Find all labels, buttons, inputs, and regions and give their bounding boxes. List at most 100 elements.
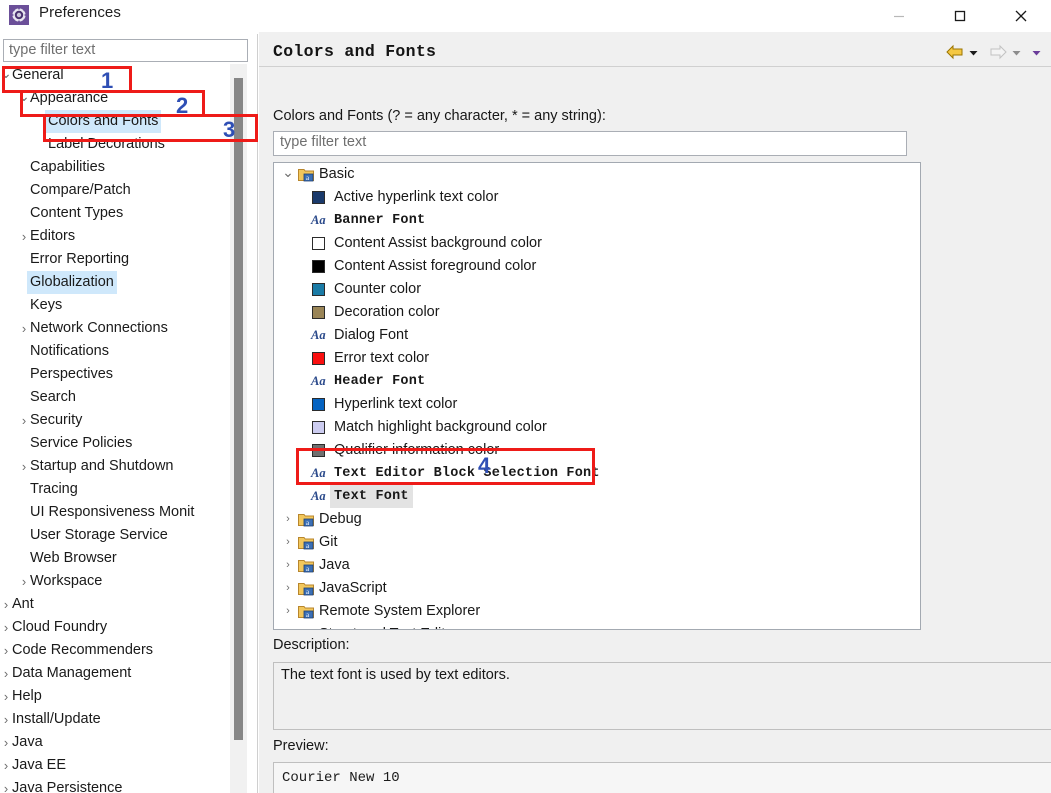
annotation-number-4: 4 xyxy=(478,453,491,478)
colors-tree-item[interactable]: Hyperlink text color xyxy=(274,393,920,416)
colors-tree-group[interactable]: › a Remote System Explorer xyxy=(274,600,920,623)
sidebar-item-capabilities[interactable]: Capabilities xyxy=(0,156,249,179)
sidebar-filter-placeholder: type filter text xyxy=(9,42,96,58)
sidebar-item-label-decorations[interactable]: Label Decorations xyxy=(0,133,249,156)
sidebar-filter-input[interactable]: type filter text xyxy=(3,39,248,62)
sidebar-item-keys[interactable]: Keys xyxy=(0,294,249,317)
sidebar-item-startup-and-shutdown[interactable]: › Startup and Shutdown xyxy=(0,455,249,478)
colors-tree-item[interactable]: Active hyperlink text color xyxy=(274,186,920,209)
colors-and-fonts-tree[interactable]: ⌄ a Basic Active hyperlink text color Aa Bann… xyxy=(273,162,921,630)
colors-tree-group[interactable]: › a Debug xyxy=(274,508,920,531)
colors-tree-item[interactable]: Decoration color xyxy=(274,301,920,324)
description-box: The text font is used by text editors. xyxy=(273,662,1051,730)
sidebar-item-java-persistence[interactable]: › Java Persistence xyxy=(0,777,249,793)
colors-tree-item[interactable]: Aa Header Font xyxy=(274,370,920,393)
color-swatch xyxy=(312,306,325,319)
colors-tree-group[interactable]: ⌄ a Basic xyxy=(274,163,920,186)
chevron-right-icon[interactable]: › xyxy=(17,225,31,248)
sidebar-item-workspace[interactable]: › Workspace xyxy=(0,570,249,593)
annotation-number-2: 2 xyxy=(176,93,189,118)
sidebar-item-java-ee[interactable]: › Java EE xyxy=(0,754,249,777)
colors-tree-item[interactable]: Qualifier information color xyxy=(274,439,920,462)
preferences-category-tree[interactable]: ⌄ General ⌄ Appearance Colors and Fonts Label… xyxy=(0,64,249,793)
colors-tree-item[interactable]: Match highlight background color xyxy=(274,416,920,439)
sidebar-item-compare-patch[interactable]: Compare/Patch xyxy=(0,179,249,202)
sidebar-item-label: User Storage Service xyxy=(30,527,168,543)
sidebar-item-search[interactable]: Search xyxy=(0,386,249,409)
preferences-dialog: Preferences type filter text ⌄ General ⌄ Ap… xyxy=(0,0,1051,793)
colors-tree-item[interactable]: Aa Dialog Font xyxy=(274,324,920,347)
view-menu-chevron-down-icon[interactable] xyxy=(1030,42,1043,62)
sidebar-item-install-update[interactable]: › Install/Update xyxy=(0,708,249,731)
colors-tree-group[interactable]: › a Git xyxy=(274,531,920,554)
sidebar-scrollbar-thumb[interactable] xyxy=(234,78,243,740)
font-item-label: Header Font xyxy=(334,374,426,389)
color-item-label: Active hyperlink text color xyxy=(334,189,499,205)
sidebar-item-colors-and-fonts[interactable]: Colors and Fonts xyxy=(0,110,249,133)
sidebar-item-general[interactable]: ⌄ General xyxy=(0,64,249,87)
sidebar-item-ant[interactable]: › Ant xyxy=(0,593,249,616)
back-menu-chevron-down-icon[interactable] xyxy=(967,42,980,62)
colors-tree-group-label: Remote System Explorer xyxy=(319,603,481,619)
colors-tree-item[interactable]: Aa Text Font xyxy=(274,485,920,508)
chevron-right-icon[interactable]: › xyxy=(282,531,294,554)
chevron-right-icon[interactable]: › xyxy=(17,455,31,478)
back-arrow-icon[interactable] xyxy=(945,42,965,62)
sidebar-item-code-recommenders[interactable]: › Code Recommenders xyxy=(0,639,249,662)
sidebar-item-label: Cloud Foundry xyxy=(12,619,108,635)
sidebar-item-editors[interactable]: › Editors xyxy=(0,225,249,248)
colors-tree-item[interactable]: Counter color xyxy=(274,278,920,301)
minimize-button[interactable] xyxy=(868,0,929,32)
colors-fonts-filter-input[interactable]: type filter text xyxy=(273,131,907,156)
sidebar-item-error-reporting[interactable]: Error Reporting xyxy=(0,248,249,271)
colors-tree-group[interactable]: › a JavaScript xyxy=(274,577,920,600)
colors-tree-item[interactable]: Aa Text Editor Block Selection Font xyxy=(274,462,920,485)
sidebar-item-globalization[interactable]: Globalization xyxy=(0,271,249,294)
font-aa-icon: Aa xyxy=(311,374,326,388)
sidebar-item-user-storage-service[interactable]: User Storage Service xyxy=(0,524,249,547)
colors-tree-item[interactable]: Content Assist background color xyxy=(274,232,920,255)
chevron-down-icon[interactable]: ⌄ xyxy=(17,87,31,105)
sidebar-item-label: Search xyxy=(30,389,76,405)
sidebar-item-help[interactable]: › Help xyxy=(0,685,249,708)
chevron-right-icon[interactable]: › xyxy=(282,577,294,600)
page-title: Colors and Fonts xyxy=(273,42,437,61)
colors-tree-item[interactable]: Aa Banner Font xyxy=(274,209,920,232)
forward-menu-chevron-down-icon xyxy=(1010,42,1023,62)
chevron-right-icon[interactable]: › xyxy=(282,508,294,531)
colors-tree-group[interactable]: › a Java xyxy=(274,554,920,577)
chevron-right-icon[interactable]: › xyxy=(282,623,294,629)
chevron-down-icon[interactable]: ⌄ xyxy=(282,163,294,181)
colors-tree-item[interactable]: Content Assist foreground color xyxy=(274,255,920,278)
color-item-label: Match highlight background color xyxy=(334,419,547,435)
chevron-right-icon[interactable]: › xyxy=(282,554,294,577)
sidebar-item-ui-responsiveness-monit[interactable]: UI Responsiveness Monit xyxy=(0,501,249,524)
sidebar-item-network-connections[interactable]: › Network Connections xyxy=(0,317,249,340)
sidebar-item-web-browser[interactable]: Web Browser xyxy=(0,547,249,570)
sidebar-item-appearance[interactable]: ⌄ Appearance xyxy=(0,87,249,110)
sidebar-item-data-management[interactable]: › Data Management xyxy=(0,662,249,685)
sidebar-item-label: Security xyxy=(30,412,83,428)
sidebar-item-tracing[interactable]: Tracing xyxy=(0,478,249,501)
sidebar-item-perspectives[interactable]: Perspectives xyxy=(0,363,249,386)
font-item-label: Text Editor Block Selection Font xyxy=(334,466,600,481)
sidebar-item-notifications[interactable]: Notifications xyxy=(0,340,249,363)
annotation-number-1: 1 xyxy=(101,68,114,93)
close-button[interactable] xyxy=(990,0,1051,32)
chevron-right-icon[interactable]: › xyxy=(282,600,294,623)
sidebar-item-content-types[interactable]: Content Types xyxy=(0,202,249,225)
sidebar-item-java[interactable]: › Java xyxy=(0,731,249,754)
maximize-button[interactable] xyxy=(929,0,990,32)
sidebar-item-security[interactable]: › Security xyxy=(0,409,249,432)
color-item-label: Content Assist foreground color xyxy=(334,258,537,274)
sidebar-item-label: UI Responsiveness Monit xyxy=(30,504,195,520)
forward-arrow-icon xyxy=(988,42,1008,62)
chevron-right-icon[interactable]: › xyxy=(17,317,31,340)
font-item-label: Banner Font xyxy=(334,213,426,228)
sidebar-item-cloud-foundry[interactable]: › Cloud Foundry xyxy=(0,616,249,639)
chevron-right-icon[interactable]: › xyxy=(17,570,31,593)
sidebar-item-service-policies[interactable]: Service Policies xyxy=(0,432,249,455)
chevron-right-icon[interactable]: › xyxy=(17,409,31,432)
colors-tree-item[interactable]: Error text color xyxy=(274,347,920,370)
colors-tree-group[interactable]: › a Structured Text Editors xyxy=(274,623,920,629)
